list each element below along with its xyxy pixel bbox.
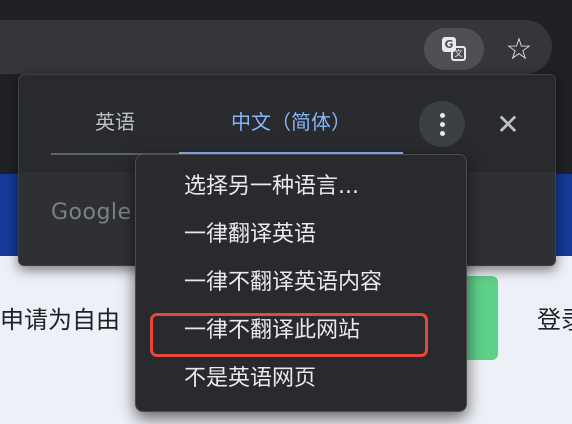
tab-label: 中文（简体）: [231, 110, 351, 134]
google-logo: Google: [51, 200, 132, 225]
more-options-button[interactable]: [419, 101, 465, 147]
star-icon: ☆: [505, 31, 533, 67]
page-text: 申请为自由: [0, 306, 120, 334]
browser-tabstrip: [0, 0, 572, 20]
menu-item-choose-another-language[interactable]: 选择另一种语言...: [184, 172, 359, 202]
more-vert-icon: [439, 112, 445, 118]
translate-options-menu: 选择另一种语言... 一律翻译英语 一律不翻译英语内容 一律不翻译此网站 不是英…: [135, 154, 467, 412]
menu-item-always-translate-english[interactable]: 一律翻译英语: [184, 220, 316, 250]
bookmark-star-button[interactable]: ☆: [498, 28, 540, 70]
translate-button[interactable]: G 文: [424, 28, 484, 70]
page-login-link[interactable]: 登录: [537, 300, 572, 335]
highlight-box: [150, 313, 428, 357]
close-icon: ✕: [496, 107, 520, 141]
menu-item-not-english-page[interactable]: 不是英语网页: [184, 364, 316, 394]
menu-item-never-translate-english[interactable]: 一律不翻译英语内容: [184, 268, 382, 298]
close-button[interactable]: ✕: [485, 101, 531, 147]
tab-label: 英语: [95, 110, 135, 134]
translate-icon: G 文: [442, 37, 466, 61]
